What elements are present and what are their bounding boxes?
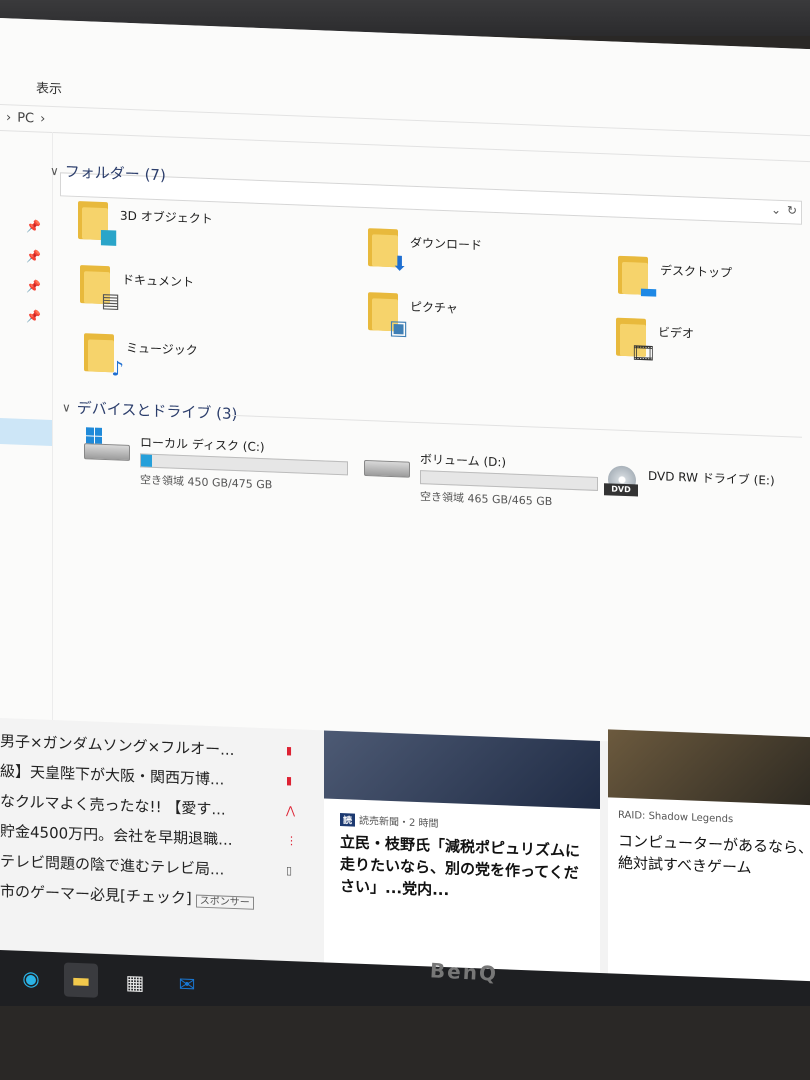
folder-desktop[interactable]: ▬ デスクトップ xyxy=(618,255,732,303)
folder-music[interactable]: ♪ ミュージック xyxy=(84,333,198,381)
source-logo-icon: ▮ xyxy=(286,773,293,788)
download-arrow-icon: ⬇ xyxy=(368,228,408,276)
hard-drive-icon xyxy=(362,448,410,480)
pin-icon[interactable]: 📌 xyxy=(26,219,41,234)
tab-view[interactable]: 表示 xyxy=(36,77,62,97)
news-source-logo: 読 xyxy=(340,813,356,827)
news-feed: 男子×ガンダムソング×フルオー... ▮ 級】天皇陛下が大阪・関西万博... ▮ な… xyxy=(0,718,810,990)
news-source: 読読売新聞・2 時間 xyxy=(340,811,439,830)
source-logo-icon: ▯ xyxy=(286,863,293,878)
source-logo-icon: ▮ xyxy=(286,743,293,758)
dvd-drive-icon: DVD xyxy=(604,465,644,501)
folder-pictures[interactable]: ▣ ピクチャ xyxy=(368,292,458,340)
document-icon: ▤ xyxy=(80,265,120,313)
music-note-icon: ♪ xyxy=(84,333,124,381)
devices-group-header[interactable]: ∨ デバイスとドライブ (3) xyxy=(62,396,237,424)
edge-browser-icon[interactable]: ◉ xyxy=(14,961,48,996)
refresh-icon[interactable]: ↻ xyxy=(787,203,797,217)
group-divider xyxy=(232,414,802,438)
sponsor-badge: スポンサー xyxy=(195,894,254,910)
news-card-ad[interactable]: RAID: Shadow Legends コンピューターがあるなら、絶対試すべき… xyxy=(608,729,810,990)
film-icon: 🎞 xyxy=(616,317,656,365)
folder-downloads[interactable]: ⬇ ダウンロード xyxy=(368,228,482,276)
drive-e-name: DVD RW ドライブ (E:) xyxy=(648,468,775,488)
picture-icon: ▣ xyxy=(368,292,408,340)
folder-videos[interactable]: 🎞 ビデオ xyxy=(616,317,694,365)
source-logo-icon: ⋀ xyxy=(286,803,296,818)
store-icon[interactable]: ▦ xyxy=(118,965,152,1000)
monitor-bezel-bottom xyxy=(0,1006,810,1080)
pin-icon[interactable]: 📌 xyxy=(26,279,41,294)
file-explorer-icon[interactable]: ▬ xyxy=(64,962,98,998)
drive-d-usage-bar xyxy=(420,470,598,491)
monitor-brand-logo: BenQ xyxy=(429,958,499,986)
chevron-down-icon[interactable]: ∨ xyxy=(50,163,59,177)
chevron-down-icon[interactable]: ∨ xyxy=(62,400,71,414)
news-headline[interactable]: 立民・枝野氏「減税ポピュリズムに走りたいなら、別の党を作ってください」...党内… xyxy=(340,831,590,907)
folder-3d-objects[interactable]: ■ 3D オブジェクト xyxy=(78,200,213,249)
drive-c-free-space: 空き領域 450 GB/475 GB xyxy=(140,473,273,492)
chevron-right-icon[interactable]: › xyxy=(40,111,45,126)
windows-logo-icon xyxy=(86,427,102,444)
drive-c[interactable]: ローカル ディスク (C:) 空き領域 450 GB/475 GB xyxy=(82,427,348,495)
news-image xyxy=(324,730,600,810)
pin-icon[interactable]: 📌 xyxy=(26,309,41,324)
drive-d-free-space: 空き領域 465 GB/465 GB xyxy=(420,490,553,509)
outlook-icon[interactable]: ✉ xyxy=(170,967,204,1002)
ad-headline[interactable]: コンピューターがあるなら、絶対試すべきゲーム xyxy=(618,830,810,882)
folders-group-header[interactable]: ∨ フォルダー (7) xyxy=(50,160,166,185)
cube-3d-icon: ■ xyxy=(78,200,118,249)
news-card[interactable]: 読読売新聞・2 時間 立民・枝野氏「減税ポピュリズムに走りたいなら、別の党を作っ… xyxy=(324,730,600,982)
source-logo-icon: ⋮ xyxy=(286,833,297,848)
nav-selected-item[interactable] xyxy=(0,418,52,446)
pin-icon[interactable]: 📌 xyxy=(26,249,41,264)
ad-source: RAID: Shadow Legends xyxy=(618,809,734,826)
folder-documents[interactable]: ▤ ドキュメント xyxy=(80,265,194,313)
desktop-icon: ▬ xyxy=(618,255,658,303)
hard-drive-icon xyxy=(82,427,130,463)
drive-e[interactable]: DVD DVD RW ドライブ (E:) xyxy=(604,465,775,506)
screen: 表示 › PC › ⌄ ↻ 📌 📌 📌 📌 ∨ フォルダー (7) ■ 3D オ… xyxy=(0,18,810,990)
news-list: 男子×ガンダムソング×フルオー... ▮ 級】天皇陛下が大阪・関西万博... ▮ な… xyxy=(0,726,318,918)
ad-image xyxy=(608,729,810,806)
breadcrumb-pc[interactable]: PC xyxy=(17,110,34,126)
drive-d[interactable]: ボリューム (D:) 空き領域 465 GB/465 GB xyxy=(362,448,598,511)
chevron-right-icon: › xyxy=(6,109,12,125)
navigation-pane: 📌 📌 📌 📌 xyxy=(0,130,53,721)
chevron-down-icon[interactable]: ⌄ xyxy=(771,203,781,217)
file-explorer-window: 表示 › PC › ⌄ ↻ 📌 📌 📌 📌 ∨ フォルダー (7) ■ 3D オ… xyxy=(0,18,810,750)
